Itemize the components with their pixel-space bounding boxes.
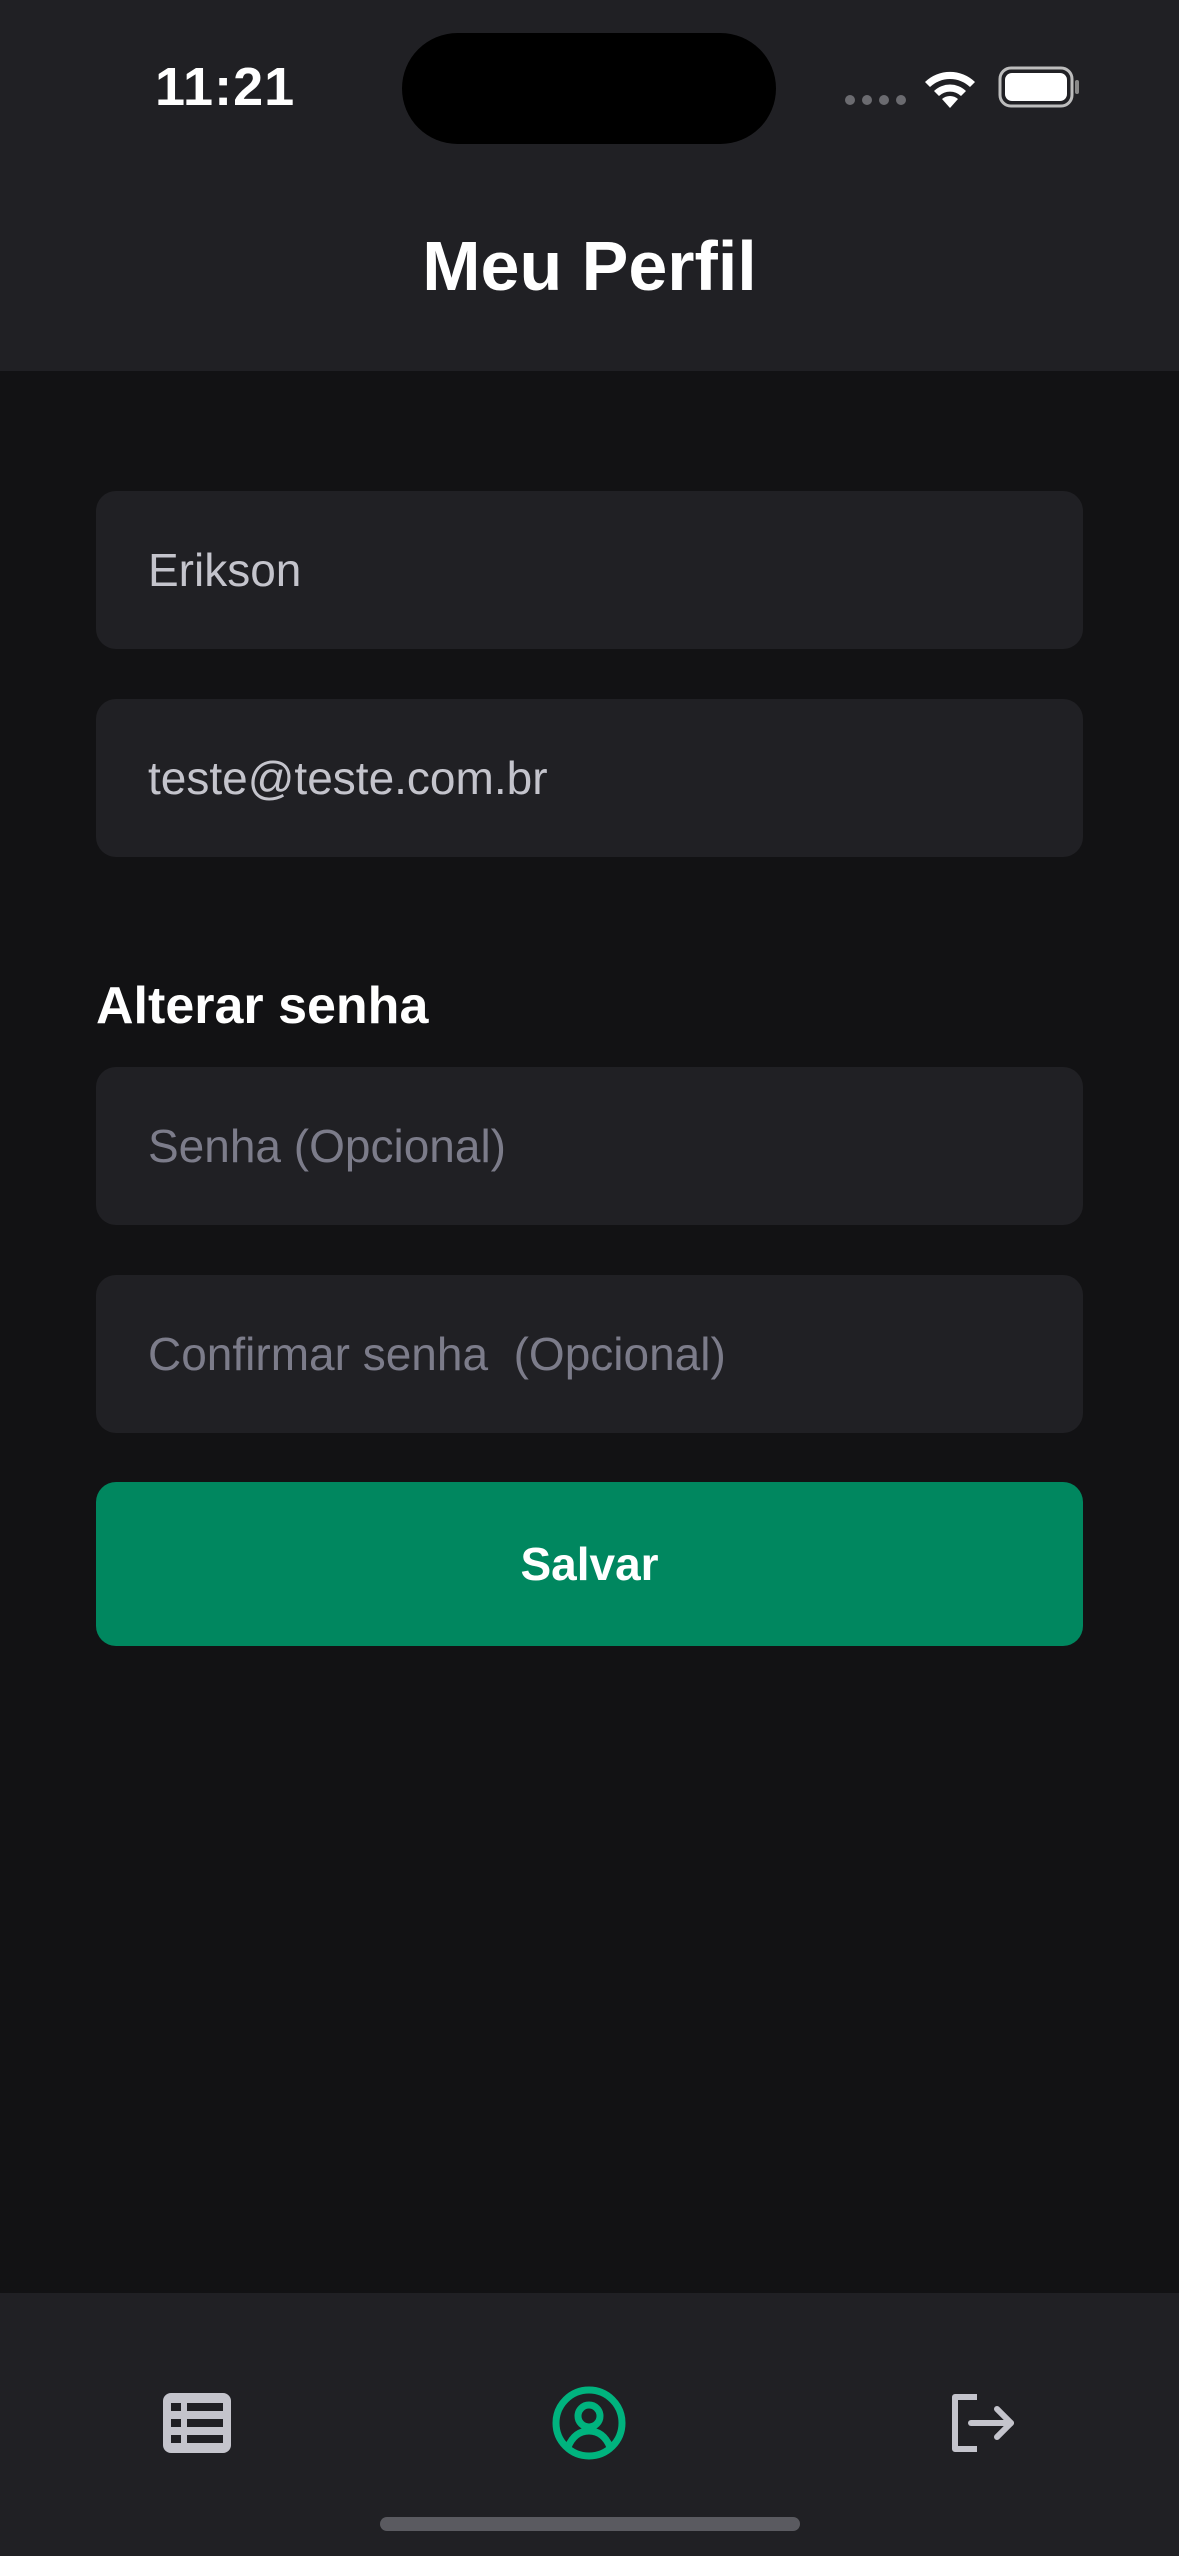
battery-icon — [998, 66, 1079, 108]
confirm-password-field[interactable]: Confirmar senha (Opcional) — [96, 1275, 1083, 1433]
cellular-signal-icon — [845, 95, 906, 105]
name-field-value: Erikson — [148, 544, 302, 596]
dynamic-island — [402, 33, 776, 144]
email-field[interactable]: teste@teste.com.br — [96, 699, 1083, 857]
confirm-password-field-placeholder: Confirmar senha (Opcional) — [148, 1328, 726, 1380]
tab-profile[interactable] — [539, 2373, 639, 2473]
header: 11:21 Meu Perfil — [0, 0, 1179, 371]
logout-icon — [952, 2394, 1014, 2452]
password-field-placeholder: Senha (Opcional) — [148, 1120, 506, 1172]
tab-list[interactable] — [147, 2373, 247, 2473]
page-title: Meu Perfil — [422, 227, 757, 305]
password-field[interactable]: Senha (Opcional) — [96, 1067, 1083, 1225]
tab-logout[interactable] — [932, 2373, 1032, 2473]
list-icon — [163, 2393, 231, 2453]
password-section-label: Alterar senha — [96, 977, 429, 1035]
user-circle-icon — [552, 2386, 626, 2460]
wifi-icon — [925, 71, 975, 108]
save-button-label: Salvar — [520, 1538, 659, 1590]
status-time: 11:21 — [155, 57, 296, 117]
name-field[interactable]: Erikson — [96, 491, 1083, 649]
save-button[interactable]: Salvar — [96, 1482, 1083, 1646]
home-indicator — [380, 2517, 800, 2531]
tab-bar — [0, 2293, 1179, 2556]
email-field-value: teste@teste.com.br — [148, 752, 548, 804]
